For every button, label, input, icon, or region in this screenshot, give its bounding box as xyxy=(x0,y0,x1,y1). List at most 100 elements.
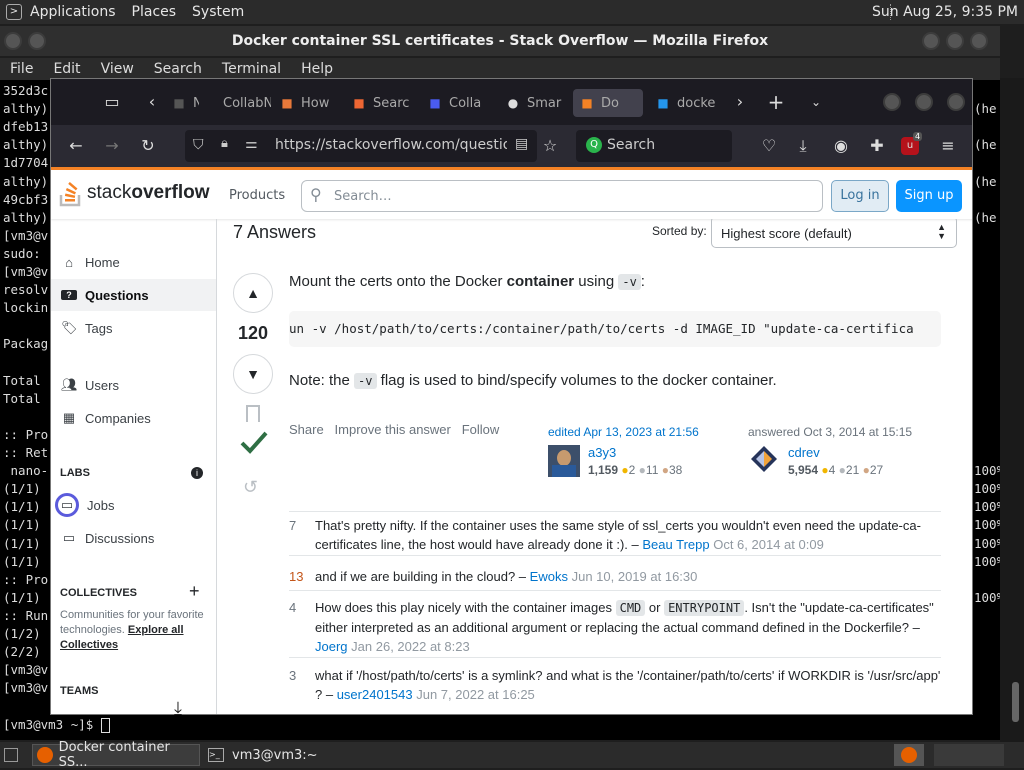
forward-icon[interactable]: → xyxy=(101,135,123,157)
permissions-icon[interactable]: ⚌ xyxy=(245,136,258,152)
so-logo[interactable]: stack overflow xyxy=(59,179,209,207)
questions-icon: ? xyxy=(61,290,77,300)
add-collective-icon[interactable]: + xyxy=(189,581,200,602)
lock-icon[interactable]: 🔒︎ xyxy=(221,136,228,151)
tab-stackoverflow[interactable]: ■ Do xyxy=(573,89,643,117)
close-button[interactable] xyxy=(970,32,988,50)
terminal-prompt[interactable]: [vm3@vm3 ~]$ xyxy=(3,716,110,734)
comment-date[interactable]: Jun 7, 2022 at 16:25 xyxy=(416,687,535,702)
shield-icon[interactable]: ⛉ xyxy=(193,137,204,153)
comment-user[interactable]: Beau Trepp xyxy=(642,537,709,552)
tab-collabnet[interactable]: CollabNe xyxy=(201,89,271,117)
scrollbar-thumb[interactable] xyxy=(1012,682,1019,722)
terminal-scrollbar[interactable] xyxy=(1000,78,1024,742)
search-bar[interactable]: Q Search xyxy=(576,130,732,162)
comment-date[interactable]: Oct 6, 2014 at 0:09 xyxy=(713,537,824,552)
menu-file[interactable]: File xyxy=(0,61,43,77)
new-tab-icon[interactable]: + xyxy=(765,91,787,113)
bookmark-icon[interactable] xyxy=(246,405,260,422)
share-link[interactable]: Share xyxy=(289,422,324,437)
task-firefox[interactable]: Docker container SS... xyxy=(32,740,200,770)
url-text[interactable]: https://stackoverflow.com/questions xyxy=(275,137,507,153)
workspace-2[interactable] xyxy=(934,744,1004,766)
author-name[interactable]: cdrev xyxy=(788,445,820,460)
author-avatar[interactable] xyxy=(750,445,778,473)
tab-collab-q[interactable]: ■ Colla xyxy=(427,89,499,117)
menu-view[interactable]: View xyxy=(91,61,144,77)
comment-date[interactable]: Jun 10, 2019 at 16:30 xyxy=(572,569,698,584)
history-icon[interactable]: ↺ xyxy=(243,477,258,498)
tab-scroll-left-icon[interactable]: ‹ xyxy=(141,91,163,113)
minimize-button[interactable] xyxy=(922,32,940,50)
sidebar-item-discussions[interactable]: ▭ Discussions xyxy=(51,522,216,554)
system-menu[interactable]: System xyxy=(184,4,252,20)
comment-user[interactable]: user2401543 xyxy=(337,687,413,702)
tab-github[interactable]: ● Smar xyxy=(505,89,569,117)
collabnet-icon xyxy=(201,95,217,111)
tab-docker[interactable]: ■ docke xyxy=(655,89,725,117)
improve-answer-link[interactable]: Improve this answer xyxy=(335,422,451,437)
hamburger-menu-icon[interactable]: ≡ xyxy=(937,135,959,157)
reload-icon[interactable]: ↻ xyxy=(137,135,159,157)
window-menu-button[interactable] xyxy=(4,32,22,50)
products-link[interactable]: Products xyxy=(229,188,285,203)
sort-select[interactable]: Highest score (default) ▲ ▼ xyxy=(711,219,957,248)
list-tabs-icon[interactable]: ⌄ xyxy=(805,91,827,113)
sidebar-item-jobs[interactable]: ▭ Jobs xyxy=(51,489,216,521)
comment-user[interactable]: Joerg xyxy=(315,639,348,654)
comment: 3 what if '/host/path/to/certs' is a sym… xyxy=(289,668,941,702)
show-desktop-icon[interactable] xyxy=(4,748,18,762)
url-bar[interactable]: ⛉ 🔒︎ ⚌ https://stackoverflow.com/questio… xyxy=(185,130,537,162)
applications-menu[interactable]: Applications xyxy=(22,4,124,20)
info-icon[interactable]: i xyxy=(191,467,203,479)
login-button[interactable]: Log in xyxy=(831,180,889,212)
search-engine-icon[interactable]: Q xyxy=(586,137,602,153)
tab-search-flower[interactable]: ■ Searc xyxy=(351,89,419,117)
extensions-icon[interactable]: ✚ xyxy=(866,135,888,157)
ff-minimize-button[interactable] xyxy=(883,93,901,111)
comment-date[interactable]: Jan 26, 2022 at 8:23 xyxy=(351,639,470,654)
sidebar-item-companies[interactable]: ▦ Companies xyxy=(51,402,216,434)
menu-edit[interactable]: Edit xyxy=(43,61,90,77)
editor-reputation: 1,159 ●2 ●11 ●38 xyxy=(588,463,683,477)
workspace-switcher[interactable] xyxy=(894,744,924,766)
search-placeholder: Search xyxy=(607,137,656,153)
upvote-button[interactable]: ▲ xyxy=(233,273,273,313)
menu-help[interactable]: Help xyxy=(291,61,343,77)
editor-avatar[interactable] xyxy=(548,445,580,477)
sidebar-item-users[interactable]: 👥︎ Users xyxy=(51,369,216,401)
menu-search[interactable]: Search xyxy=(144,61,212,77)
back-icon[interactable]: ← xyxy=(65,135,87,157)
sidebar-item-tags[interactable]: 🏷︎ Tags xyxy=(51,312,216,344)
bookmark-star-icon[interactable]: ☆ xyxy=(539,135,561,157)
task-terminal[interactable]: >_ vm3@vm3:~ xyxy=(204,744,364,766)
places-menu[interactable]: Places xyxy=(124,4,185,20)
code-block[interactable]: un -v /host/path/to/certs:/container/pat… xyxy=(289,311,941,347)
pocket-icon[interactable]: ♡ xyxy=(758,135,780,157)
window-shade-button[interactable] xyxy=(28,32,46,50)
tab-scroll-right-icon[interactable]: › xyxy=(729,91,751,113)
sidebar-item-questions[interactable]: ? Questions xyxy=(51,279,216,311)
account-icon[interactable]: ◉ xyxy=(830,135,852,157)
editor-name[interactable]: a3y3 xyxy=(588,445,616,460)
reader-view-icon[interactable]: ▤ xyxy=(515,136,528,152)
sidebar-item-home[interactable]: ⌂ Home xyxy=(51,246,216,278)
downvote-button[interactable]: ▼ xyxy=(233,354,273,394)
terminal-titlebar[interactable]: Docker container SSL certificates - Stac… xyxy=(0,26,1000,56)
edited-link[interactable]: edited Apr 13, 2023 at 21:56 xyxy=(548,425,699,439)
terminal-line: Packag xyxy=(3,336,49,352)
firefox-view-icon[interactable]: ▭ xyxy=(101,91,123,113)
so-search-input[interactable]: ⚲ Search… xyxy=(301,180,823,212)
clock[interactable]: Sun Aug 25, 9:35 PM xyxy=(872,4,1018,20)
signup-button[interactable]: Sign up xyxy=(896,180,962,212)
ff-maximize-button[interactable] xyxy=(915,93,933,111)
follow-link[interactable]: Follow xyxy=(462,422,500,437)
maximize-button[interactable] xyxy=(946,32,964,50)
menu-terminal[interactable]: Terminal xyxy=(212,61,291,77)
downloads-icon[interactable]: ⤓ xyxy=(792,135,814,157)
ff-close-button[interactable] xyxy=(947,93,965,111)
tab-blank[interactable]: ■Ne xyxy=(171,89,199,117)
terminal-launcher-icon[interactable]: > xyxy=(6,4,22,20)
comment-user[interactable]: Ewoks xyxy=(530,569,568,584)
tab-howto[interactable]: ■ How xyxy=(279,89,343,117)
